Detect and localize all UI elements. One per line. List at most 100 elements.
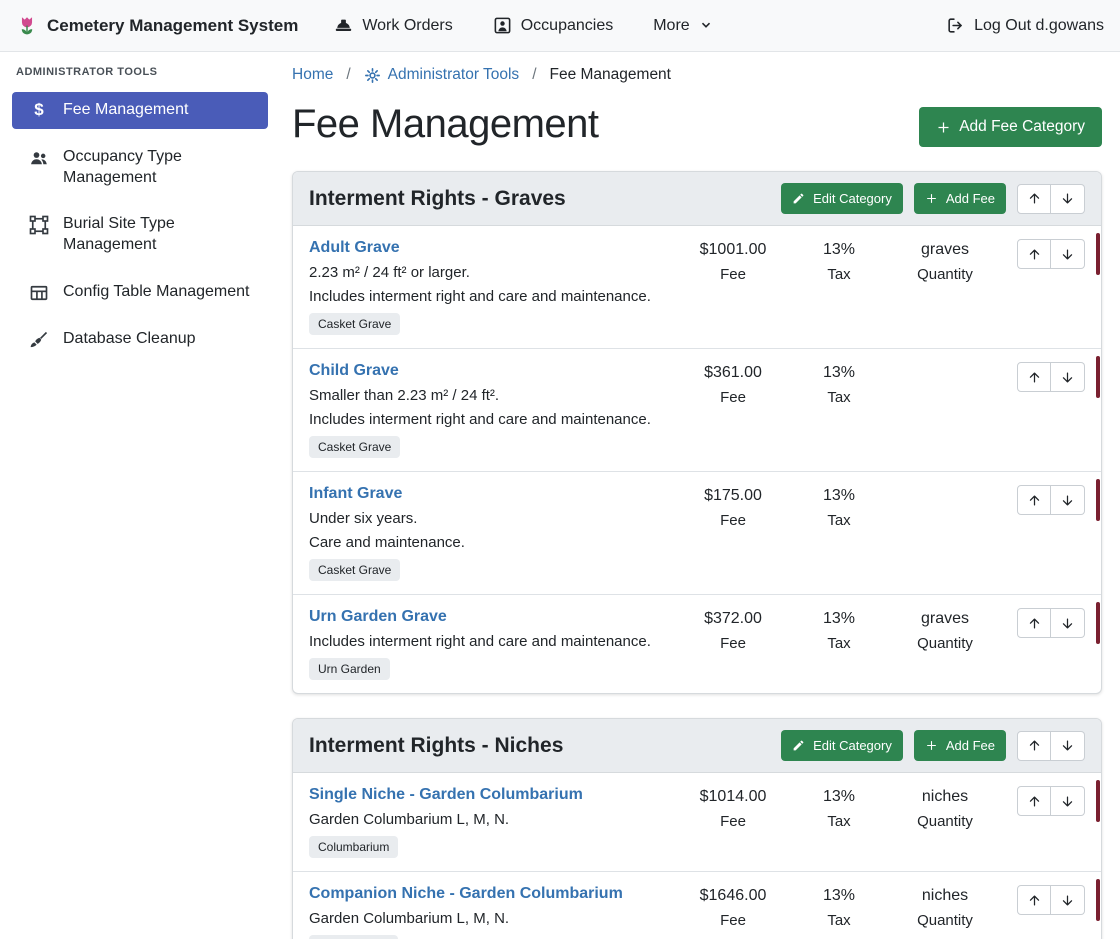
move-fee-up-button[interactable]: [1017, 608, 1051, 638]
quantity-label: Quantity: [887, 813, 1003, 830]
row-scrollbar[interactable]: [1096, 879, 1100, 921]
fee-descriptions: Garden Columbarium L, M, N.: [309, 910, 665, 927]
quantity-label: Quantity: [887, 635, 1003, 652]
row-scrollbar[interactable]: [1096, 780, 1100, 822]
sidebar-item-database-cleanup[interactable]: Database Cleanup: [12, 321, 268, 358]
move-category-up-button[interactable]: [1017, 731, 1051, 761]
nav-item-occupancies[interactable]: Occupancies: [493, 16, 614, 35]
fee-row: Urn Garden Grave Includes interment righ…: [293, 595, 1101, 693]
tax-label: Tax: [791, 912, 887, 929]
fee-reorder-group: [1003, 608, 1085, 680]
nav-label: Work Orders: [362, 17, 452, 35]
quantity-label: Quantity: [887, 266, 1003, 283]
fee-description: Care and maintenance.: [309, 534, 665, 551]
table-icon: [28, 283, 50, 303]
edit-category-button[interactable]: Edit Category: [781, 183, 903, 214]
fee-amount: $1014.00: [675, 788, 791, 806]
add-fee-button[interactable]: Add Fee: [914, 183, 1006, 214]
quantity-column: [887, 362, 1003, 458]
move-category-down-button[interactable]: [1051, 731, 1085, 761]
fee-name-row: Infant Grave: [309, 485, 665, 503]
sidebar-item-burial-site-type-management[interactable]: Burial Site Type Management: [12, 206, 268, 264]
tax-column: 13% Tax: [791, 239, 887, 335]
row-scrollbar[interactable]: [1096, 602, 1100, 644]
logout-label: Log Out d.gowans: [974, 17, 1104, 35]
fee-name-row: Urn Garden Grave: [309, 608, 665, 626]
fee-name-link[interactable]: Adult Grave: [309, 239, 400, 256]
arrow-down-icon: [1060, 794, 1075, 809]
edit-category-button[interactable]: Edit Category: [781, 730, 903, 761]
arrow-up-icon: [1027, 616, 1042, 631]
arrow-down-icon: [1060, 738, 1075, 753]
move-fee-up-button[interactable]: [1017, 239, 1051, 269]
breadcrumb-admin-tools-link[interactable]: Administrator Tools: [364, 66, 520, 84]
fee-info: Single Niche - Garden Columbarium Garden…: [309, 786, 675, 858]
move-fee-up-button[interactable]: [1017, 362, 1051, 392]
fee-amount-label: Fee: [675, 266, 791, 283]
fee-amount-label: Fee: [675, 512, 791, 529]
move-category-down-button[interactable]: [1051, 184, 1085, 214]
move-fee-down-button[interactable]: [1051, 239, 1085, 269]
fee-description: 2.23 m² / 24 ft² or larger.: [309, 264, 665, 281]
vector-square-icon: [28, 215, 50, 235]
move-fee-down-button[interactable]: [1051, 608, 1085, 638]
arrow-up-icon: [1027, 893, 1042, 908]
category-reorder-group: [1017, 731, 1085, 761]
fee-descriptions: Smaller than 2.23 m² / 24 ft².Includes i…: [309, 387, 665, 428]
app-brand[interactable]: Cemetery Management System: [16, 15, 298, 37]
gear-icon: [364, 67, 381, 84]
move-fee-down-button[interactable]: [1051, 362, 1085, 392]
fee-amount-column: $361.00 Fee: [675, 362, 791, 458]
main-nav: Work Orders Occupancies More: [334, 16, 712, 35]
move-fee-up-button[interactable]: [1017, 885, 1051, 915]
row-scrollbar[interactable]: [1096, 479, 1100, 521]
category-body: Single Niche - Garden Columbarium Garden…: [293, 773, 1101, 939]
nav-item-more[interactable]: More: [653, 17, 712, 35]
fee-name-link[interactable]: Companion Niche - Garden Columbarium: [309, 885, 623, 902]
page-title: Fee Management: [292, 102, 599, 147]
move-fee-down-button[interactable]: [1051, 786, 1085, 816]
add-fee-category-button[interactable]: Add Fee Category: [919, 107, 1102, 147]
users-icon: [28, 148, 50, 168]
arrow-down-icon: [1060, 191, 1075, 206]
tax-label: Tax: [791, 512, 887, 529]
category-title: Interment Rights - Graves: [309, 187, 781, 211]
fee-info: Adult Grave 2.23 m² / 24 ft² or larger.I…: [309, 239, 675, 335]
fee-name-link[interactable]: Single Niche - Garden Columbarium: [309, 786, 583, 803]
breadcrumb-home-link[interactable]: Home: [292, 66, 333, 84]
row-scrollbar[interactable]: [1096, 233, 1100, 275]
row-scrollbar[interactable]: [1096, 356, 1100, 398]
logout-button[interactable]: Log Out d.gowans: [946, 16, 1104, 35]
category-reorder-group: [1017, 184, 1085, 214]
fee-name-row: Single Niche - Garden Columbarium: [309, 786, 665, 804]
breadcrumb-section-label: Administrator Tools: [388, 66, 520, 84]
tax-value: 13%: [791, 887, 887, 905]
nav-item-work-orders[interactable]: Work Orders: [334, 16, 452, 35]
move-fee-up-button[interactable]: [1017, 786, 1051, 816]
sidebar-item-config-table-management[interactable]: Config Table Management: [12, 274, 268, 311]
fee-amount-column: $175.00 Fee: [675, 485, 791, 581]
person-booth-icon: [493, 16, 512, 35]
sidebar-item-label: Config Table Management: [63, 282, 250, 303]
fee-description: Under six years.: [309, 510, 665, 527]
arrow-up-icon: [1027, 191, 1042, 206]
sidebar-item-fee-management[interactable]: $ Fee Management: [12, 92, 268, 129]
fee-amount-label: Fee: [675, 912, 791, 929]
sidebar-item-label: Database Cleanup: [63, 329, 196, 350]
move-fee-down-button[interactable]: [1051, 885, 1085, 915]
breadcrumb: Home / Administrator Tools / Fee Managem…: [292, 66, 1102, 84]
move-category-up-button[interactable]: [1017, 184, 1051, 214]
title-row: Fee Management Add Fee Category: [292, 102, 1102, 147]
add-fee-button[interactable]: Add Fee: [914, 730, 1006, 761]
logout-icon: [946, 16, 965, 35]
fee-name-link[interactable]: Urn Garden Grave: [309, 608, 447, 625]
tax-value: 13%: [791, 610, 887, 628]
move-fee-up-button[interactable]: [1017, 485, 1051, 515]
arrow-down-icon: [1060, 616, 1075, 631]
fee-name-link[interactable]: Infant Grave: [309, 485, 402, 502]
tax-value: 13%: [791, 241, 887, 259]
fee-name-link[interactable]: Child Grave: [309, 362, 399, 379]
fee-type-badge: Casket Grave: [309, 436, 400, 458]
move-fee-down-button[interactable]: [1051, 485, 1085, 515]
sidebar-item-occupancy-type-management[interactable]: Occupancy Type Management: [12, 139, 268, 197]
